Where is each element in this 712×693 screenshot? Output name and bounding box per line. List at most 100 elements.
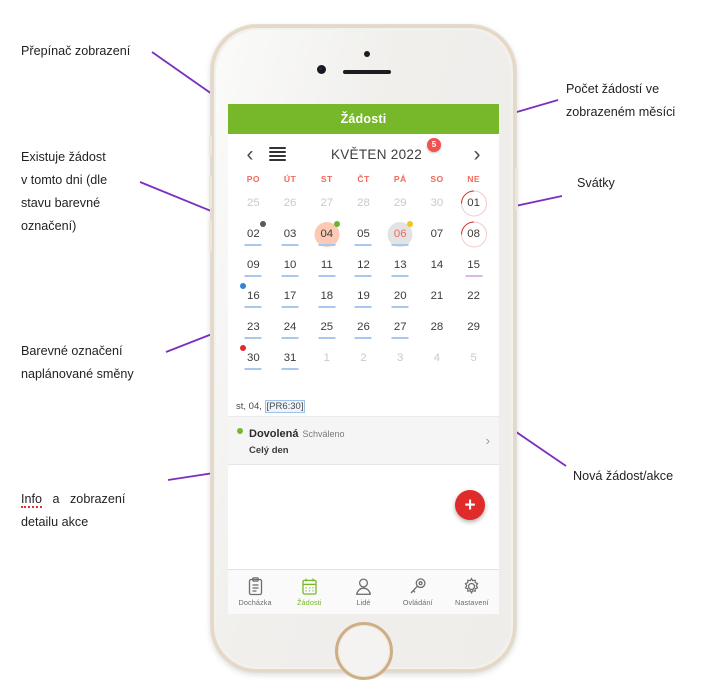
calendar-day-cell[interactable]: 25 (308, 313, 345, 343)
day-number: 1 (323, 351, 330, 364)
clipboard-icon (247, 577, 264, 596)
calendar-day-cell[interactable]: 26 (272, 189, 309, 219)
selected-day-text: st, 04, (236, 401, 265, 412)
tab-zadosti[interactable]: Žádosti (282, 570, 336, 614)
day-number: 08 (467, 227, 480, 240)
day-number: 24 (283, 320, 297, 333)
calendar-day-cell[interactable]: 18 (308, 282, 345, 312)
calendar-day-cell[interactable]: 08 (455, 216, 493, 253)
shift-underline (281, 337, 299, 339)
annotation-text: naplánované směny (21, 367, 134, 381)
tab-label: Nastavení (455, 598, 489, 607)
day-number: 4 (433, 351, 441, 364)
list-view-icon[interactable] (269, 147, 286, 161)
tab-nastaveni[interactable]: Nastavení (445, 570, 499, 614)
calendar-day-cell[interactable]: 2 (345, 344, 382, 374)
app-title: Žádosti (340, 112, 387, 126)
calendar-day-cell[interactable]: 11 (308, 251, 345, 281)
calendar-day-cell[interactable]: 31 (272, 344, 309, 374)
calendar-day-cell[interactable]: 23 (235, 313, 272, 343)
calendar-day-cell[interactable]: 01 (455, 185, 493, 222)
calendar-day-cell[interactable]: 17 (272, 282, 309, 312)
calendar-day-cell[interactable]: 20 (382, 282, 419, 312)
annotation-text: stavu barevné (21, 196, 101, 210)
calendar-day-cell[interactable]: 28 (419, 313, 456, 343)
calendar-day-cell[interactable]: 06 (382, 220, 419, 250)
shift-underline (244, 306, 262, 308)
person-icon (354, 577, 373, 596)
calendar-day-cell[interactable]: 14 (419, 251, 456, 281)
prev-month-button[interactable]: ‹ (240, 144, 260, 165)
calendar-day-cell[interactable]: 28 (345, 189, 382, 219)
calendar-day-cell[interactable]: 12 (345, 251, 382, 281)
day-number: 10 (283, 258, 297, 271)
shift-underline (391, 244, 409, 246)
annotation-text-spellchecked: Info a zobrazení (21, 492, 126, 508)
calendar-day-cell[interactable]: 27 (308, 189, 345, 219)
tab-ovladani[interactable]: Ovládání (391, 570, 445, 614)
calendar-day-cell[interactable]: 22 (455, 282, 492, 312)
annotation-text: Nová žádost/akce (573, 469, 674, 483)
calendar-day-cell[interactable]: 21 (419, 282, 456, 312)
calendar-day-cell[interactable]: 03 (272, 220, 309, 250)
calendar-day-cell[interactable]: 19 (345, 282, 382, 312)
calendar-day-cell[interactable]: 3 (382, 344, 419, 374)
event-status: Schváleno (302, 429, 345, 439)
shift-underline (391, 306, 409, 308)
spellcheck-word: Info (21, 492, 43, 508)
calendar-day-cell[interactable]: 5 (455, 344, 492, 374)
shift-underline (391, 275, 409, 277)
chevron-right-icon[interactable]: › (486, 433, 490, 448)
day-number: 30 (247, 351, 260, 364)
request-status-dot-icon (260, 221, 267, 227)
event-subtitle: Celý den (249, 445, 289, 456)
annotation-new-request: Nová žádost/akce (573, 465, 673, 488)
calendar-day-cell[interactable]: 13 (382, 251, 419, 281)
add-request-button[interactable]: + (455, 490, 485, 520)
day-number: 5 (470, 351, 477, 364)
front-camera-icon (317, 65, 326, 74)
calendar-day-cell[interactable]: 27 (382, 313, 419, 343)
tab-dochazka[interactable]: Docházka (228, 570, 282, 614)
calendar-day-cell[interactable]: 26 (345, 313, 382, 343)
calendar-day-cell[interactable]: 09 (235, 251, 272, 281)
phone-power-button (515, 168, 518, 210)
calendar-day-cell[interactable]: 04 (308, 220, 345, 250)
calendar-day-cell[interactable]: 4 (419, 344, 456, 374)
calendar-day-cell[interactable]: 16 (235, 282, 272, 312)
home-button[interactable] (334, 622, 393, 680)
event-list-item[interactable]: Dovolená Schváleno Celý den › (228, 417, 499, 465)
request-status-dot-icon (333, 221, 340, 227)
calendar-day-cell[interactable]: 07 (419, 220, 456, 250)
shift-underline (318, 306, 336, 308)
annotation-text: Počet žádostí ve (566, 82, 660, 96)
day-number: 25 (247, 196, 260, 209)
day-number: 01 (467, 196, 480, 209)
gear-icon (462, 577, 481, 596)
calendar-day-cell[interactable]: 05 (345, 220, 382, 250)
calendar-day-cell[interactable]: 02 (235, 220, 272, 250)
calendar-day-cell[interactable]: 29 (382, 189, 419, 219)
calendar-day-cell[interactable]: 15 (455, 251, 492, 281)
calendar-day-cell[interactable]: 24 (272, 313, 309, 343)
shift-underline (465, 275, 483, 277)
calendar-day-cell[interactable]: 25 (235, 189, 272, 219)
calendar-day-cell[interactable]: 30 (419, 189, 456, 219)
calendar-day-cell[interactable]: 10 (272, 251, 309, 281)
day-number: 13 (393, 258, 407, 271)
phone-volume-up-button (209, 176, 212, 208)
day-number: 09 (247, 258, 260, 271)
tab-lide[interactable]: Lidé (336, 570, 390, 614)
next-month-button[interactable]: › (467, 144, 487, 165)
calendar-day-cell[interactable]: 30 (235, 344, 272, 374)
calendar-nav-bar: ‹ KVĚTEN 2022 5 › (228, 134, 499, 174)
day-number: 21 (430, 289, 444, 302)
shift-underline (281, 368, 299, 370)
day-number: 23 (247, 320, 260, 333)
day-number: 03 (283, 227, 297, 240)
day-number: 20 (393, 289, 407, 302)
day-number: 17 (283, 289, 297, 302)
calendar-day-cell[interactable]: 29 (455, 313, 492, 343)
phone-screen: Žádosti ‹ KVĚTEN 2022 5 › PO ÚT ST ČT PÁ… (228, 104, 499, 614)
calendar-day-cell[interactable]: 1 (308, 344, 345, 374)
